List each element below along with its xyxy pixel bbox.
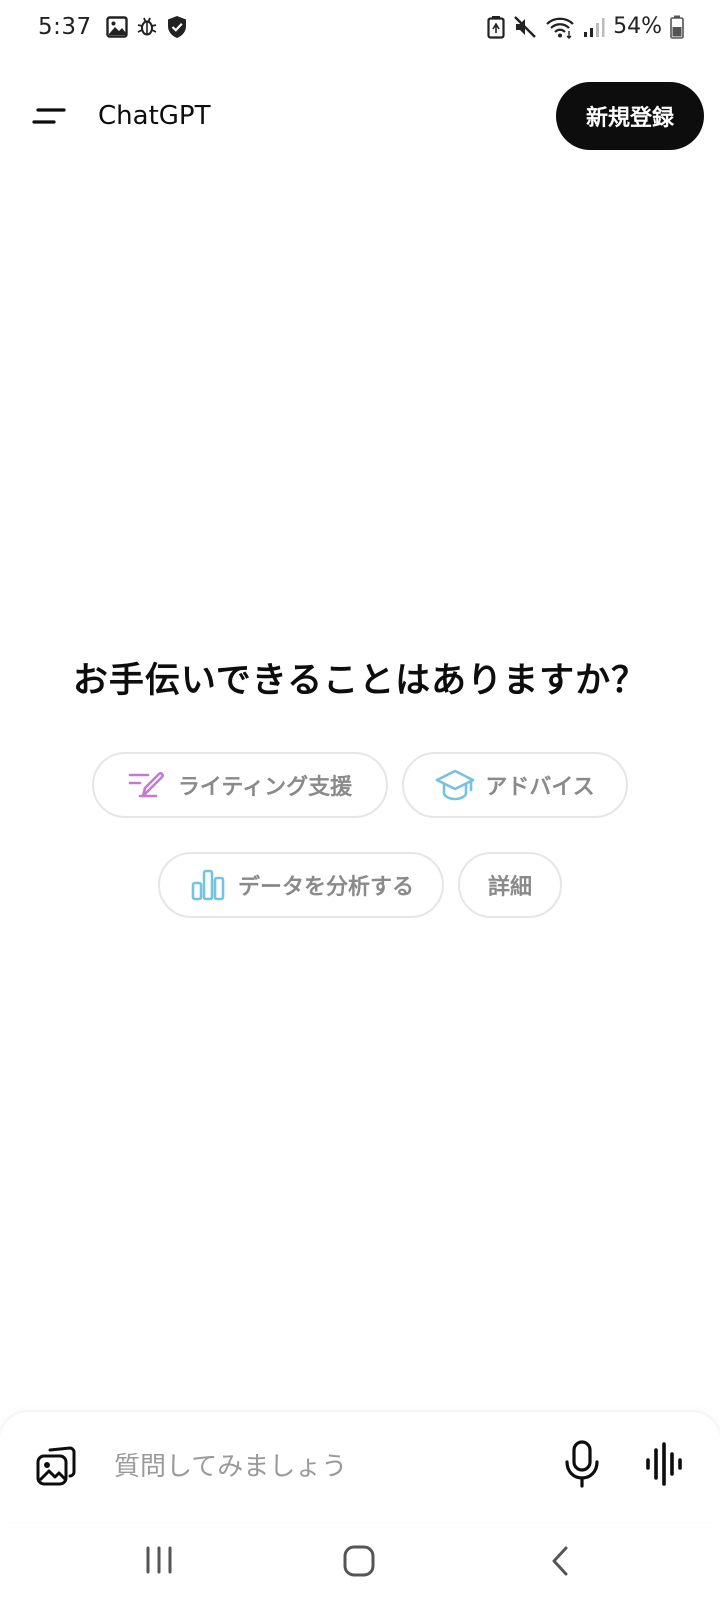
wifi-icon — [546, 17, 574, 39]
suggestion-writing-chip[interactable]: ライティング支援 — [92, 752, 388, 818]
voice-mode-icon[interactable] — [644, 1442, 684, 1486]
shield-icon — [167, 16, 186, 38]
back-icon[interactable] — [548, 1544, 572, 1578]
gallery-icon — [105, 16, 128, 38]
signal-icon — [584, 17, 605, 37]
suggestion-analyze-label: データを分析する — [237, 875, 414, 900]
suggestion-more-chip[interactable]: 詳細 — [458, 852, 562, 918]
menu-icon[interactable] — [30, 98, 70, 134]
pen-icon — [128, 765, 168, 805]
home-icon[interactable] — [342, 1544, 376, 1578]
attach-image-icon[interactable] — [34, 1444, 78, 1488]
status-bar: 5:37 54% — [0, 0, 720, 60]
status-right: 54% — [487, 14, 684, 39]
battery-icon — [670, 15, 684, 39]
suggestion-writing-label: ライティング支援 — [177, 775, 353, 800]
suggestion-more-label: 詳細 — [487, 875, 532, 900]
suggestion-advice-chip[interactable]: アドバイス — [402, 752, 628, 818]
system-nav-bar — [0, 1522, 720, 1600]
recents-icon[interactable] — [144, 1544, 174, 1576]
status-icons-left — [105, 15, 188, 39]
battery-percent: 54% — [613, 14, 662, 39]
signup-button[interactable]: 新規登録 — [556, 82, 704, 150]
welcome-headline: お手伝いできることはありますか？ — [72, 661, 648, 701]
bug-icon — [137, 17, 157, 36]
app-title: ChatGPT — [98, 101, 211, 131]
bar-chart-icon — [188, 865, 228, 905]
suggestion-analyze-chip[interactable]: データを分析する — [158, 852, 444, 918]
message-input[interactable] — [112, 1436, 536, 1498]
app-header: ChatGPT 新規登録 — [0, 80, 720, 152]
microphone-icon[interactable] — [562, 1440, 602, 1488]
mute-icon — [514, 15, 536, 38]
graduation-cap-icon — [435, 765, 475, 805]
status-left: 5:37 — [38, 14, 188, 40]
status-time: 5:37 — [38, 14, 92, 40]
suggestion-advice-label: アドバイス — [485, 775, 595, 800]
battery-saver-icon — [487, 15, 505, 39]
composer-bar — [0, 1412, 720, 1522]
